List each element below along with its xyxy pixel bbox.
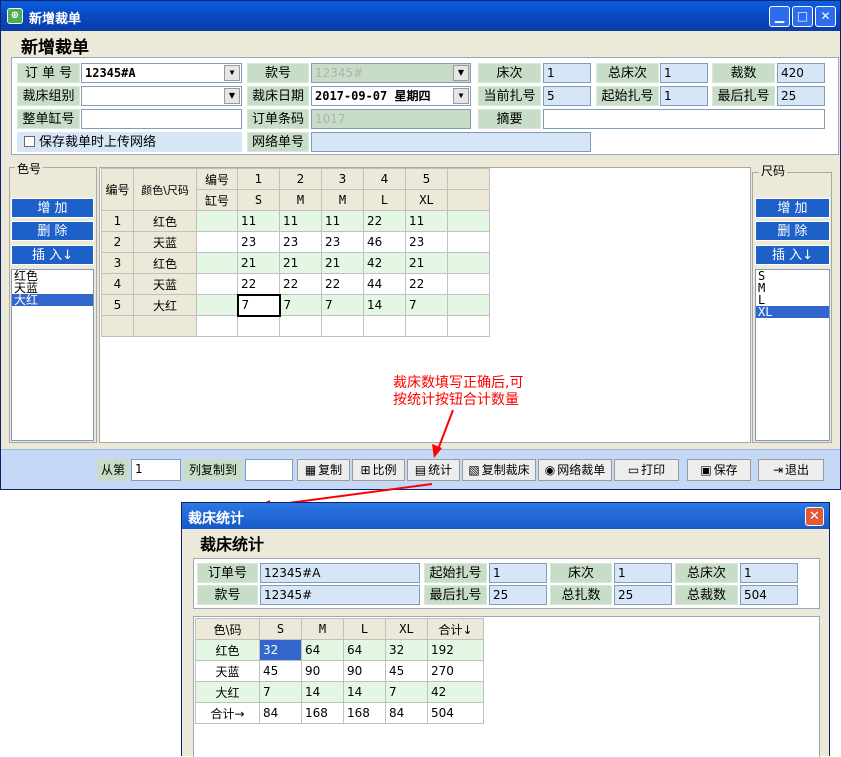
stats-row-label: 合计→	[195, 702, 260, 724]
stats-cell[interactable]: 90	[301, 660, 344, 682]
stats-cell[interactable]: 192	[427, 639, 484, 661]
stats-cell[interactable]: 168	[301, 702, 344, 724]
stats-start-bundle-label: 起始扎号	[424, 563, 487, 583]
stats-total-bed-field[interactable]: 1	[740, 563, 798, 583]
stats-cell[interactable]: 64	[301, 639, 344, 661]
table-row: 天蓝 45 90 90 45 270	[195, 660, 484, 682]
stats-cell[interactable]: 90	[343, 660, 386, 682]
stats-window: 裁床统计 ✕ 裁床统计 订单号 12345#A 起始扎号 1 床次 1 总床次 …	[181, 502, 830, 757]
stats-cell[interactable]: 504	[427, 702, 484, 724]
stats-table: 色\码 S M L XL 合计↓ 红色 32 64 64 32 192 天蓝 4…	[195, 618, 484, 724]
stats-order-label: 订单号	[197, 563, 258, 583]
stats-cell[interactable]: 84	[385, 702, 428, 724]
table-row: 大红 7 14 14 7 42	[195, 681, 484, 703]
stats-row-label: 大红	[195, 681, 260, 703]
stats-style-field[interactable]: 12345#	[260, 585, 420, 605]
table-row: 红色 32 64 64 32 192	[195, 639, 484, 661]
stats-last-bundle-label: 最后扎号	[424, 585, 487, 605]
stats-window-title: 裁床统计	[188, 511, 244, 527]
stats-cell[interactable]: 14	[301, 681, 344, 703]
stats-header-cell: L	[343, 618, 386, 640]
stats-header-cell: 合计↓	[427, 618, 484, 640]
stats-bed-label: 床次	[550, 563, 612, 583]
stats-total-cut-field[interactable]: 504	[740, 585, 798, 605]
stats-close-button[interactable]: ✕	[805, 507, 824, 526]
stats-total-bed-label: 总床次	[675, 563, 738, 583]
stats-cell[interactable]: 168	[343, 702, 386, 724]
stats-cell[interactable]: 42	[427, 681, 484, 703]
stats-cell[interactable]: 45	[385, 660, 428, 682]
stats-total-bundle-label: 总扎数	[550, 585, 612, 605]
stats-header-cell: 色\码	[195, 618, 260, 640]
stats-start-bundle-field[interactable]: 1	[489, 563, 547, 583]
stats-header-cell: S	[259, 618, 302, 640]
stats-cell-selected[interactable]: 32	[259, 639, 302, 661]
stats-row-label: 天蓝	[195, 660, 260, 682]
stats-header-cell: M	[301, 618, 344, 640]
stats-row-label: 红色	[195, 639, 260, 661]
arrow-head	[432, 444, 442, 458]
stats-style-label: 款号	[197, 585, 258, 605]
table-row: 合计→ 84 168 168 84 504	[195, 702, 484, 724]
stats-cell[interactable]: 270	[427, 660, 484, 682]
stats-total-bundle-field[interactable]: 25	[614, 585, 672, 605]
stats-heading: 裁床统计	[200, 535, 265, 554]
stats-last-bundle-field[interactable]: 25	[489, 585, 547, 605]
table-header-row: 色\码 S M L XL 合计↓	[195, 618, 484, 640]
stats-cell[interactable]: 14	[343, 681, 386, 703]
stats-total-cut-label: 总裁数	[675, 585, 738, 605]
stats-cell[interactable]: 32	[385, 639, 428, 661]
stats-cell[interactable]: 84	[259, 702, 302, 724]
stats-header-cell: XL	[385, 618, 428, 640]
stats-info-panel: 订单号 12345#A 起始扎号 1 床次 1 总床次 1 款号 12345# …	[193, 558, 820, 609]
stats-cell[interactable]: 45	[259, 660, 302, 682]
arrow-line	[436, 409, 454, 453]
stats-title-bar: 裁床统计 ✕	[182, 503, 829, 529]
stats-cell[interactable]: 64	[343, 639, 386, 661]
stats-bed-field[interactable]: 1	[614, 563, 672, 583]
stats-cell[interactable]: 7	[259, 681, 302, 703]
stats-cell[interactable]: 7	[385, 681, 428, 703]
stats-order-field[interactable]: 12345#A	[260, 563, 420, 583]
